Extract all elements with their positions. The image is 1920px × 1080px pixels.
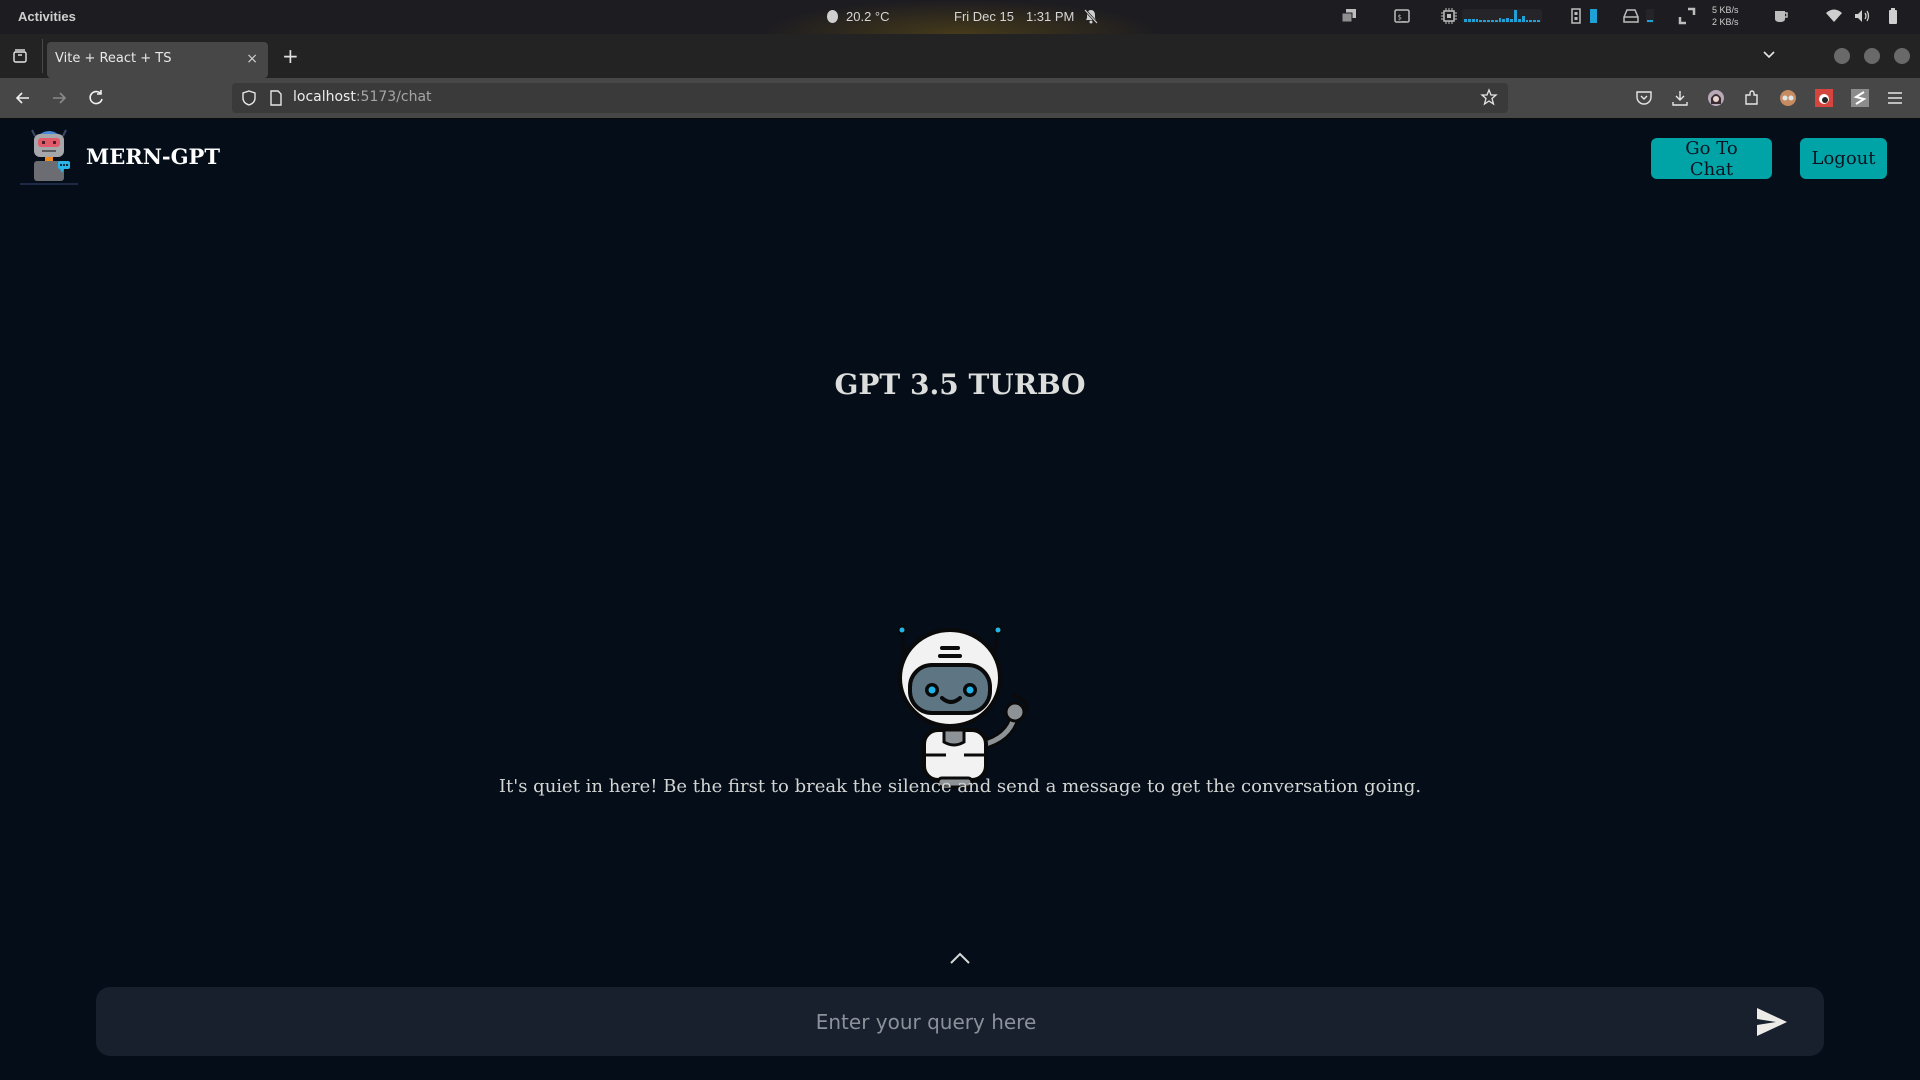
cpu-graph-bar — [1494, 20, 1498, 22]
list-all-tabs-icon[interactable] — [1762, 48, 1776, 62]
expand-icon[interactable] — [1678, 7, 1696, 25]
chat-composer — [96, 987, 1824, 1056]
firefox-view-icon[interactable] — [12, 48, 28, 64]
extension-s-icon[interactable] — [1850, 88, 1870, 108]
window-switcher-icon[interactable] — [1340, 7, 1358, 25]
downloads-icon[interactable] — [1670, 88, 1690, 108]
cpu-graph-bar — [1483, 20, 1487, 22]
reload-icon[interactable] — [86, 88, 106, 108]
pocket-icon[interactable] — [1634, 88, 1654, 108]
activities-button[interactable]: Activities — [18, 9, 76, 24]
go-to-chat-button[interactable]: Go To Chat — [1651, 138, 1772, 180]
battery-icon[interactable] — [1884, 7, 1902, 25]
weather-icon — [827, 10, 838, 23]
chevron-up-icon[interactable] — [948, 950, 972, 966]
empty-chat-message: It's quiet in here! Be the first to brea… — [498, 776, 1422, 797]
url-path: :5173/chat — [355, 89, 432, 105]
terminal-icon[interactable]: $_ — [1393, 7, 1411, 25]
net-up-speed: 2 KB/s — [1712, 17, 1739, 27]
bookmark-star-icon[interactable] — [1480, 88, 1498, 106]
address-bar[interactable]: localhost:5173/chat — [232, 83, 1508, 113]
disk-icon[interactable] — [1622, 7, 1640, 25]
send-button[interactable] — [1756, 1007, 1788, 1037]
caffeine-cup-icon[interactable] — [1772, 7, 1790, 25]
wifi-icon[interactable] — [1825, 7, 1843, 25]
minimize-button[interactable] — [1834, 48, 1850, 64]
tab-title: Vite + React + TS — [55, 51, 172, 66]
weather-indicator[interactable]: 20.2 °C — [827, 9, 890, 24]
cpu-graph-bar — [1510, 19, 1513, 22]
extensions-puzzle-icon[interactable] — [1742, 88, 1762, 108]
cpu-graph-bar — [1525, 20, 1529, 22]
tracking-protection-shield-icon[interactable] — [240, 89, 258, 107]
brand[interactable]: MERN-GPT — [20, 126, 220, 186]
extension-bug-icon[interactable] — [1814, 88, 1834, 108]
account-avatar-icon[interactable] — [1706, 88, 1726, 108]
cpu-graph-bar — [1479, 20, 1483, 22]
brand-name: MERN-GPT — [86, 143, 220, 169]
svg-text:$_: $_ — [1398, 14, 1407, 22]
url-text[interactable]: localhost:5173/chat — [293, 89, 432, 105]
cpu-graph-bar — [1471, 19, 1475, 22]
robot-logo-icon — [20, 129, 78, 185]
time-label: 1:31 PM — [1025, 9, 1075, 24]
net-down-speed: 5 KB/s — [1712, 5, 1739, 15]
cpu-graph-bar — [1464, 19, 1467, 22]
back-icon[interactable] — [13, 88, 33, 108]
cpu-graph-bar — [1506, 18, 1510, 22]
tab-active[interactable]: Vite + React + TS × — [47, 42, 268, 78]
app-page: MERN-GPT Go To Chat Logout GPT 3.5 TURBO… — [0, 120, 1920, 1080]
clock[interactable]: Fri Dec 15 1:31 PM — [954, 9, 1074, 24]
cpu-graph-bar — [1537, 20, 1540, 22]
cpu-graph-bar — [1467, 19, 1471, 22]
disk-usage-bar — [1646, 9, 1654, 23]
cpu-graph-bar — [1513, 10, 1517, 22]
browser-tab-strip: Vite + React + TS × + — [0, 34, 1920, 78]
cpu-icon[interactable] — [1440, 7, 1458, 25]
date-label: Fri Dec 15 — [954, 9, 1014, 24]
cpu-graph-bar — [1517, 19, 1521, 22]
new-tab-button[interactable]: + — [282, 44, 299, 68]
memory-icon[interactable] — [1567, 7, 1585, 25]
cpu-graph-bar — [1521, 16, 1525, 22]
tab-separator — [42, 39, 43, 73]
cpu-graph-bar — [1502, 19, 1506, 22]
app-menu-icon[interactable] — [1885, 88, 1905, 108]
page-info-icon[interactable] — [268, 89, 284, 107]
browser-nav-bar: localhost:5173/chat — [0, 78, 1920, 119]
network-speed[interactable]: 5 KB/s 2 KB/s — [1712, 4, 1739, 28]
notifications-muted-icon[interactable] — [1083, 8, 1099, 24]
cpu-graph-bar — [1498, 18, 1502, 22]
memory-usage-bar — [1590, 9, 1597, 23]
query-input[interactable] — [116, 987, 1736, 1056]
tab-close-icon[interactable]: × — [246, 51, 258, 67]
system-top-bar: Activities 20.2 °C Fri Dec 15 1:31 PM $_ — [0, 0, 1920, 34]
cpu-graph-bar — [1533, 20, 1537, 22]
temperature: 20.2 °C — [846, 9, 890, 24]
extension-face-icon[interactable] — [1778, 88, 1798, 108]
url-host: localhost — [293, 89, 356, 105]
model-title: GPT 3.5 TURBO — [834, 368, 1086, 401]
logout-button[interactable]: Logout — [1800, 138, 1887, 179]
cpu-graph-bar — [1487, 20, 1490, 22]
cpu-usage-graph[interactable] — [1462, 9, 1542, 23]
cpu-graph-bar — [1475, 19, 1479, 22]
volume-icon[interactable] — [1853, 7, 1871, 25]
cpu-graph-bar — [1529, 20, 1533, 22]
close-window-button[interactable] — [1894, 48, 1910, 64]
cpu-graph-bar — [1490, 20, 1494, 22]
waving-robot-illustration — [897, 625, 1030, 789]
maximize-button[interactable] — [1864, 48, 1880, 64]
forward-icon[interactable] — [49, 88, 69, 108]
send-icon — [1757, 1008, 1787, 1036]
